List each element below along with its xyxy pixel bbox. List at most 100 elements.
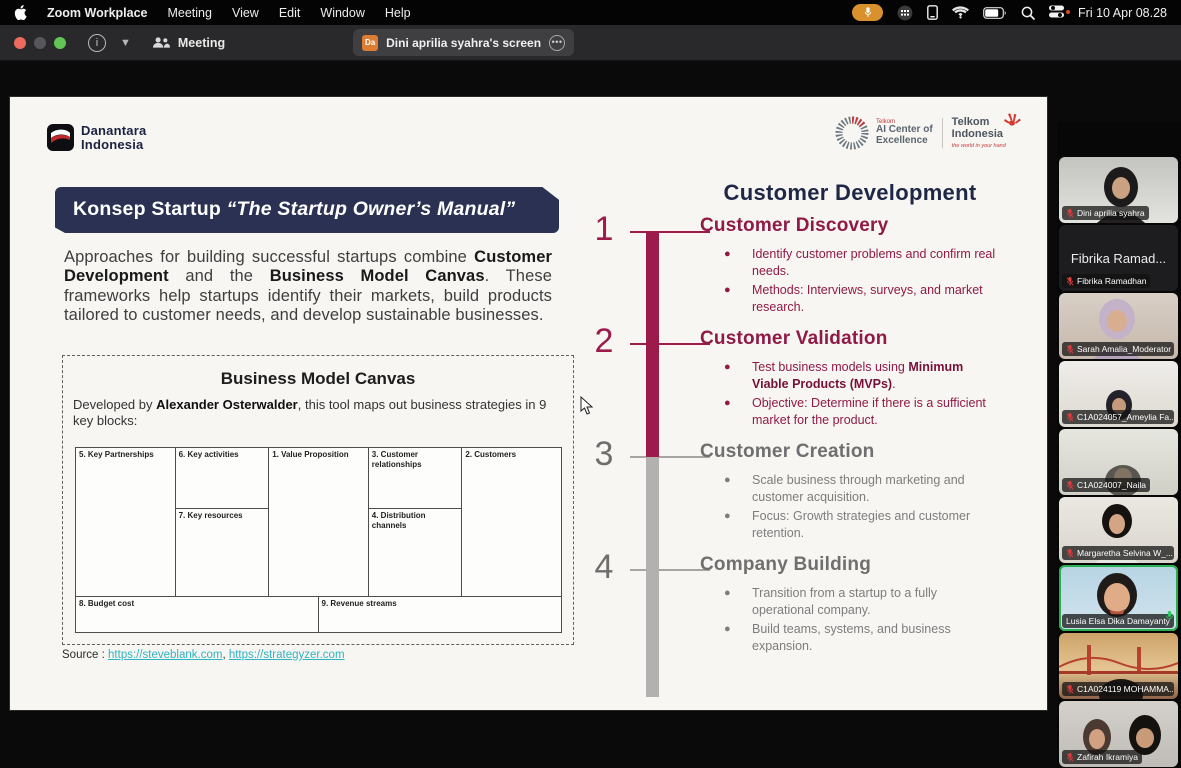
- section-customer-discovery: Customer Discovery ●Identify customer pr…: [700, 215, 1008, 318]
- danantara-logo-icon: [47, 124, 74, 151]
- close-window-button[interactable]: [14, 37, 26, 49]
- menu-edit[interactable]: Edit: [279, 6, 301, 20]
- slide-title-banner: Konsep Startup “The Startup Owner’s Manu…: [55, 187, 559, 233]
- participant-name: C1A024007_Naila: [1077, 480, 1146, 490]
- participant-video-mohammad[interactable]: C1A024119 MOHAMMA...: [1059, 633, 1178, 699]
- source-link-steveblank[interactable]: https://steveblank.com: [108, 649, 222, 661]
- menu-view[interactable]: View: [232, 6, 259, 20]
- muted-mic-icon: [1066, 209, 1074, 218]
- shared-screen-tab[interactable]: Da Dini aprilia syahra's screen •••: [353, 29, 574, 56]
- mic-in-use-indicator[interactable]: [852, 4, 883, 21]
- participant-name: Dini aprilia syahra: [1077, 208, 1145, 218]
- participant-video-margaretha[interactable]: Margaretha Selvina W_...: [1059, 497, 1178, 563]
- mouse-cursor: [580, 396, 594, 416]
- participant-video-fibrika[interactable]: Fibrika Ramad... Fibrika Ramadhan: [1059, 225, 1178, 291]
- bmc-cell-key-activities: 6. Key activities: [176, 448, 269, 509]
- section-customer-creation: Customer Creation ●Scale business throug…: [700, 441, 1008, 544]
- bullet-item: ●Methods: Interviews, surveys, and marke…: [700, 282, 1008, 315]
- input-source-icon[interactable]: [897, 5, 913, 21]
- partner-logos: Telkom AI Center of Excellence Telkom In…: [834, 115, 1010, 151]
- bmc-cell-revenue-streams: 9. Revenue streams: [319, 597, 400, 632]
- participants-icon: [153, 36, 170, 49]
- participant-name: Margaretha Selvina W_...: [1077, 548, 1173, 558]
- bullet-item: ●Scale business through marketing and cu…: [700, 472, 1008, 505]
- window-controls: [14, 37, 66, 49]
- aice-line2: Excellence: [876, 136, 933, 147]
- bmc-cell-customers: 2. Customers: [462, 448, 561, 596]
- slide-title-italic: “The Startup Owner’s Manual”: [227, 198, 516, 220]
- bullet-item: ●Objective: Determine if there is a suff…: [700, 395, 1008, 428]
- minimize-window-button[interactable]: [34, 37, 46, 49]
- sharer-avatar: Da: [362, 35, 378, 51]
- business-model-canvas-box: Business Model Canvas Developed by Alexa…: [62, 355, 574, 645]
- section-customer-validation: Customer Validation ●Test business model…: [700, 328, 1008, 431]
- participant-name: C1A024119 MOHAMMA...: [1077, 684, 1174, 694]
- meeting-info-icon[interactable]: i: [88, 34, 106, 52]
- section-company-building: Company Building ●Transition from a star…: [700, 554, 1008, 657]
- fullscreen-window-button[interactable]: [54, 37, 66, 49]
- telkom-hand-icon: [1002, 110, 1022, 130]
- shared-screen-title: Dini aprilia syahra's screen: [386, 36, 541, 50]
- danantara-logo-line2: Indonesia: [81, 137, 143, 152]
- source-link-strategyzer[interactable]: https://strategyzer.com: [229, 649, 345, 661]
- timeline-number-3: 3: [583, 435, 625, 474]
- muted-mic-icon: [1066, 277, 1074, 286]
- participant-name: Zafirah Ikramiya: [1077, 752, 1138, 762]
- window-title: Meeting: [178, 36, 225, 50]
- timeline-tick-2: [630, 343, 710, 345]
- battery-icon[interactable]: [983, 7, 1007, 19]
- bmc-cell-budget-cost: 8. Budget cost: [76, 597, 319, 632]
- menu-window[interactable]: Window: [320, 6, 364, 20]
- participant-video-zafirah[interactable]: Zafirah Ikramiya: [1059, 701, 1178, 767]
- section-title: Customer Discovery: [700, 215, 1008, 237]
- menu-meeting[interactable]: Meeting: [167, 6, 211, 20]
- desktop: Zoom Workplace Meeting View Edit Window …: [0, 0, 1181, 768]
- bmc-description: Developed by Alexander Osterwalder, this…: [73, 397, 563, 429]
- spotlight-search-icon[interactable]: [1021, 6, 1035, 20]
- bmc-title: Business Model Canvas: [63, 369, 573, 389]
- macos-menu-bar: Zoom Workplace Meeting View Edit Window …: [0, 0, 1181, 25]
- chevron-down-icon[interactable]: ▼: [120, 37, 131, 49]
- muted-mic-icon: [1066, 753, 1074, 762]
- bullet-item: ●Focus: Growth strategies and customer r…: [700, 508, 1008, 541]
- timeline-tick-1: [630, 231, 710, 233]
- timeline-bar-maroon: [646, 231, 659, 457]
- menu-app-name[interactable]: Zoom Workplace: [47, 6, 147, 20]
- telkom-line2: Indonesia: [952, 129, 1006, 141]
- muted-mic-icon: [1066, 549, 1074, 558]
- menu-help[interactable]: Help: [385, 6, 411, 20]
- timeline-bar-gray: [646, 457, 659, 697]
- telkom-tagline: the world in your hand: [952, 143, 1006, 149]
- bullet-item: ●Test business models using Minimum Viab…: [700, 359, 1008, 392]
- wifi-icon[interactable]: [952, 6, 969, 19]
- participant-video-ameylia[interactable]: C1A024057_Ameylia Fa...: [1059, 361, 1178, 427]
- timeline-tick-4: [630, 569, 710, 571]
- bmc-cell-value-proposition: 1. Value Proposition: [269, 448, 369, 596]
- participant-name: Fibrika Ramadhan: [1077, 276, 1146, 286]
- muted-mic-icon: [1066, 481, 1074, 490]
- menu-bar-clock[interactable]: Fri 10 Apr 08.28: [1078, 6, 1167, 20]
- section-title: Customer Creation: [700, 441, 1008, 463]
- control-center-icon[interactable]: [1049, 5, 1064, 21]
- source-line: Source : https://steveblank.com, https:/…: [62, 649, 345, 661]
- participant-video-sarah[interactable]: Sarah Amalia_Moderator: [1059, 293, 1178, 359]
- slide-title-normal: Konsep Startup: [73, 198, 227, 220]
- source-label: Source :: [62, 649, 105, 661]
- participant-video-lusia-active-speaker[interactable]: Lusia Elsa Dika Damayanty: [1059, 565, 1178, 631]
- apple-menu-icon[interactable]: [14, 5, 27, 20]
- live-mic-icon: [1165, 609, 1174, 627]
- participant-name: Lusia Elsa Dika Damayanty: [1066, 616, 1170, 626]
- logo-divider: [942, 118, 943, 148]
- section-title: Customer Validation: [700, 328, 1008, 350]
- timeline-number-1: 1: [583, 210, 625, 249]
- participant-video-dini[interactable]: Dini aprilia syahra: [1059, 157, 1178, 223]
- intro-paragraph: Approaches for building successful start…: [64, 248, 552, 325]
- display-mirroring-icon[interactable]: [927, 5, 938, 20]
- participant-video-naila[interactable]: C1A024007_Naila: [1059, 429, 1178, 495]
- bullet-item: ●Identify customer problems and confirm …: [700, 246, 1008, 279]
- tab-options-icon[interactable]: •••: [549, 35, 565, 51]
- bmc-cell-key-partnerships: 5. Key Partnerships: [76, 448, 176, 596]
- notification-dot: [1066, 10, 1070, 14]
- participant-name: C1A024057_Ameylia Fa...: [1077, 412, 1174, 422]
- bmc-grid: 5. Key Partnerships 6. Key activities 7.…: [75, 447, 562, 633]
